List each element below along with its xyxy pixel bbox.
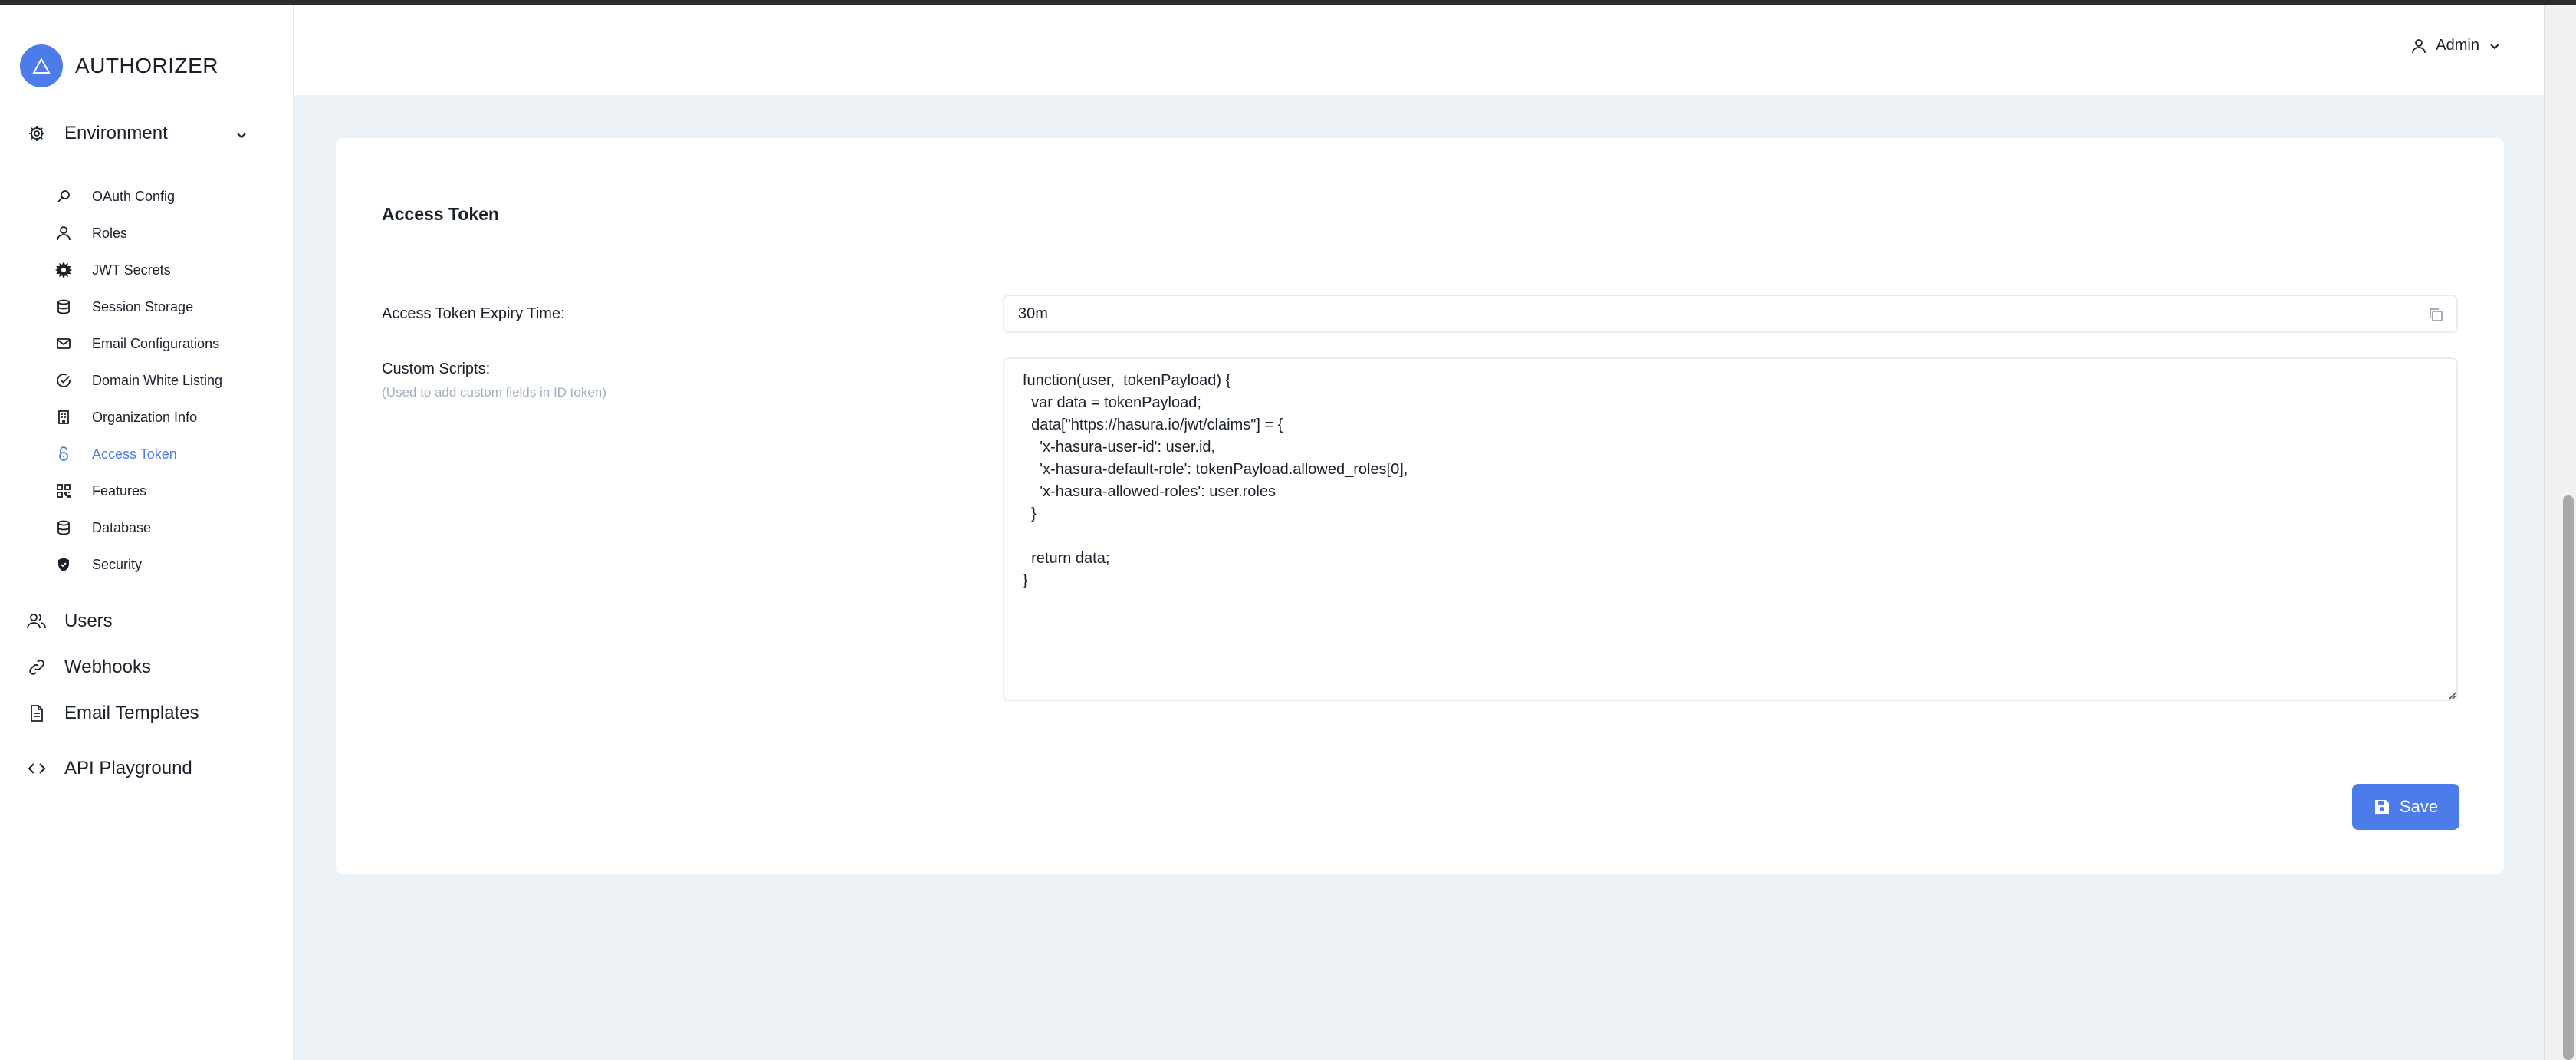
brand-name: AUTHORIZER bbox=[75, 54, 219, 77]
lock-icon bbox=[55, 446, 72, 463]
expiry-value: 30m bbox=[1018, 305, 1048, 322]
gear-icon bbox=[26, 123, 48, 144]
sidebar-item-label: JWT Secrets bbox=[92, 262, 171, 278]
sidebar-item-label: Security bbox=[92, 556, 143, 572]
sidebar-item-email-configurations[interactable]: Email Configurations bbox=[55, 325, 278, 362]
sidebar-item-organization-info[interactable]: Organization Info bbox=[55, 399, 278, 436]
sidebar-item-access-token[interactable]: Access Token bbox=[55, 436, 278, 472]
environment-subnav: OAuth Config Roles JWT Secrets Session S… bbox=[55, 178, 278, 583]
chevron-down-icon bbox=[2489, 40, 2501, 52]
sidebar-item-jwt-secrets[interactable]: JWT Secrets bbox=[55, 252, 278, 288]
link-icon bbox=[26, 657, 48, 678]
save-icon bbox=[2374, 798, 2390, 815]
app: AUTHORIZER Environment OAuth Config Role… bbox=[0, 5, 2544, 1060]
sidebar-item-session-storage[interactable]: Session Storage bbox=[55, 288, 278, 325]
sidebar-item-label: Roles bbox=[92, 225, 128, 241]
access-token-card: Access Token Access Token Expiry Time: 3… bbox=[336, 138, 2504, 874]
custom-scripts-textarea[interactable]: function(user, tokenPayload) { var data … bbox=[1003, 357, 2458, 701]
sidebar-item-label: Database bbox=[92, 519, 152, 535]
building-icon bbox=[55, 409, 72, 426]
user-icon bbox=[2411, 38, 2426, 54]
sidebar-item-security[interactable]: Security bbox=[55, 546, 278, 583]
main-content: Access Token Access Token Expiry Time: 3… bbox=[294, 95, 2544, 1060]
document-icon bbox=[26, 703, 48, 724]
access-token-expiry-input[interactable]: 30m bbox=[1003, 295, 2458, 333]
sidebar-item-label: OAuth Config bbox=[92, 188, 176, 204]
sidebar-item-features[interactable]: Features bbox=[55, 472, 278, 509]
grid-icon bbox=[55, 482, 72, 499]
resize-grip-icon[interactable] bbox=[2447, 690, 2456, 700]
sidebar-item-label: Domain White Listing bbox=[92, 372, 223, 388]
sidebar-item-label: API Playground bbox=[64, 758, 192, 779]
save-button[interactable]: Save bbox=[2352, 784, 2459, 830]
expiry-label: Access Token Expiry Time: bbox=[382, 305, 565, 322]
sidebar-item-api-playground[interactable]: API Playground bbox=[26, 753, 192, 784]
sidebar-item-label: Users bbox=[64, 611, 113, 631]
sidebar-item-label: Organization Info bbox=[92, 409, 198, 425]
sidebar: AUTHORIZER Environment OAuth Config Role… bbox=[0, 5, 294, 1060]
mail-icon bbox=[55, 335, 72, 352]
brand[interactable]: AUTHORIZER bbox=[20, 44, 219, 87]
page-title: Access Token bbox=[382, 204, 499, 224]
scrollbar-thumb[interactable] bbox=[2563, 495, 2574, 1060]
sidebar-item-label: Access Token bbox=[92, 446, 177, 462]
code-icon bbox=[26, 758, 48, 779]
gear-burst-icon bbox=[55, 262, 72, 278]
sidebar-item-label: Session Storage bbox=[92, 298, 194, 314]
triangle-logo-icon bbox=[20, 44, 63, 87]
page-scrollbar[interactable] bbox=[2544, 5, 2576, 1060]
sidebar-item-email-templates[interactable]: Email Templates bbox=[26, 698, 199, 729]
sidebar-item-label: Email Templates bbox=[64, 703, 199, 723]
sidebar-item-database[interactable]: Database bbox=[55, 509, 278, 546]
custom-scripts-help: (Used to add custom fields in ID token) bbox=[382, 385, 606, 400]
user-menu[interactable]: Admin bbox=[2411, 37, 2501, 54]
copy-icon[interactable] bbox=[2426, 305, 2446, 324]
save-button-label: Save bbox=[2399, 797, 2439, 816]
chevron-down-icon bbox=[235, 126, 248, 147]
sidebar-item-oauth-config[interactable]: OAuth Config bbox=[55, 178, 278, 215]
sidebar-item-label: Features bbox=[92, 482, 147, 499]
sidebar-item-label: Webhooks bbox=[64, 657, 151, 677]
sidebar-item-label: Email Configurations bbox=[92, 335, 220, 351]
sidebar-item-roles[interactable]: Roles bbox=[55, 215, 278, 252]
top-header: Admin bbox=[294, 5, 2544, 95]
custom-scripts-label: Custom Scripts: bbox=[382, 360, 491, 377]
user-icon bbox=[55, 225, 72, 242]
database-icon bbox=[55, 298, 72, 315]
shield-icon bbox=[55, 556, 72, 573]
sidebar-item-users[interactable]: Users bbox=[26, 606, 113, 637]
sidebar-item-webhooks[interactable]: Webhooks bbox=[26, 652, 151, 683]
key-icon bbox=[55, 188, 72, 205]
check-circle-icon bbox=[55, 372, 72, 389]
user-menu-label: Admin bbox=[2436, 37, 2479, 54]
sidebar-item-domain-white-listing[interactable]: Domain White Listing bbox=[55, 362, 278, 399]
sidebar-item-label: Environment bbox=[64, 123, 168, 143]
database-icon bbox=[55, 519, 72, 536]
sidebar-item-environment[interactable]: Environment bbox=[26, 118, 248, 149]
users-icon bbox=[26, 611, 48, 632]
